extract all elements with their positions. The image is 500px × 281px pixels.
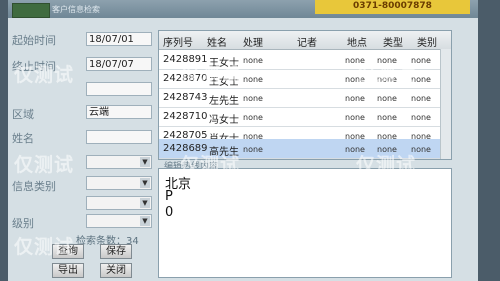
cell-type: none xyxy=(377,113,397,122)
detail-textarea[interactable]: 北京 P 0 xyxy=(158,168,452,278)
chevron-down-icon: ▼ xyxy=(140,157,150,167)
cell-handling: none xyxy=(243,75,263,84)
column-header[interactable]: 类型 xyxy=(383,34,403,49)
cell-name: 冯女士 xyxy=(209,115,239,126)
app-icon xyxy=(12,3,50,18)
watermark: 仅测试 xyxy=(356,236,417,258)
cell-handling: none xyxy=(243,56,263,65)
chevron-down-icon: ▼ xyxy=(140,178,150,188)
end-date-field[interactable]: 18/07/07 xyxy=(86,57,152,71)
column-header[interactable]: 类别 xyxy=(417,34,437,49)
table-row[interactable]: 2428710 冯女士 none none none none xyxy=(159,107,451,127)
results-table: 序列号 姓名 处理 记者 地点 类型 类别 2428891 王女士 none n… xyxy=(158,30,452,160)
title-bar: 客户信息检索 0371-80007878 xyxy=(8,0,478,18)
watermark: 仅测试 xyxy=(180,236,241,258)
start-date-field[interactable]: 18/07/01 xyxy=(86,32,152,46)
cell-category: none xyxy=(411,113,431,122)
watermark: 仅测试 xyxy=(356,64,417,86)
level-select[interactable]: ▼ xyxy=(86,214,152,228)
cell-name: 左先生 xyxy=(209,96,239,107)
name-label: 姓名 xyxy=(12,132,34,145)
save-button[interactable]: 保存 xyxy=(100,244,132,259)
cell-handling: none xyxy=(243,113,263,122)
column-header[interactable]: 姓名 xyxy=(207,34,227,49)
hotline-banner: 0371-80007878 xyxy=(315,0,470,14)
name-field[interactable] xyxy=(86,130,152,144)
cell-type: none xyxy=(377,94,397,103)
region-field[interactable]: 云端 xyxy=(86,105,152,119)
chevron-down-icon: ▼ xyxy=(140,198,150,208)
keyword-field[interactable] xyxy=(86,82,152,96)
cell-location: none xyxy=(345,94,365,103)
column-header[interactable]: 序列号 xyxy=(163,34,193,49)
table-scrollbar[interactable] xyxy=(440,49,451,159)
window-title: 客户信息检索 xyxy=(52,5,100,14)
cell-location: none xyxy=(345,113,365,122)
watermark: 仅测试 xyxy=(356,154,417,176)
category-select[interactable]: ▼ xyxy=(86,176,152,190)
watermark: 仅测试 xyxy=(14,236,75,258)
category-label: 信息类别 xyxy=(12,180,56,193)
cell-category: none xyxy=(411,94,431,103)
type-select[interactable]: ▼ xyxy=(86,155,152,169)
export-button[interactable]: 导出 xyxy=(52,263,84,278)
watermark: 仅测试 xyxy=(14,64,75,86)
start-date-label: 起始时间 xyxy=(12,34,56,47)
column-header[interactable]: 处理 xyxy=(243,34,263,49)
cell-handling: none xyxy=(243,145,263,154)
chevron-down-icon: ▼ xyxy=(140,216,150,226)
cell-serial: 2428710 xyxy=(163,111,208,122)
watermark: 仅测试 xyxy=(180,154,241,176)
cell-handling: none xyxy=(243,94,263,103)
detail-line: 0 xyxy=(165,205,174,220)
region-label: 区域 xyxy=(12,108,34,121)
detail-line: P xyxy=(165,189,173,204)
watermark: 仅测试 xyxy=(14,154,75,176)
column-header[interactable]: 地点 xyxy=(347,34,367,49)
level-label: 级别 xyxy=(12,217,34,230)
watermark: 仅测试 xyxy=(180,64,241,86)
column-header[interactable]: 记者 xyxy=(297,34,317,49)
table-header: 序列号 姓名 处理 记者 地点 类型 类别 xyxy=(159,31,451,50)
status-select[interactable]: ▼ xyxy=(86,196,152,210)
close-button[interactable]: 关闭 xyxy=(100,263,132,278)
cell-serial: 2428743 xyxy=(163,92,208,103)
table-row[interactable]: 2428743 左先生 none none none none xyxy=(159,88,451,108)
